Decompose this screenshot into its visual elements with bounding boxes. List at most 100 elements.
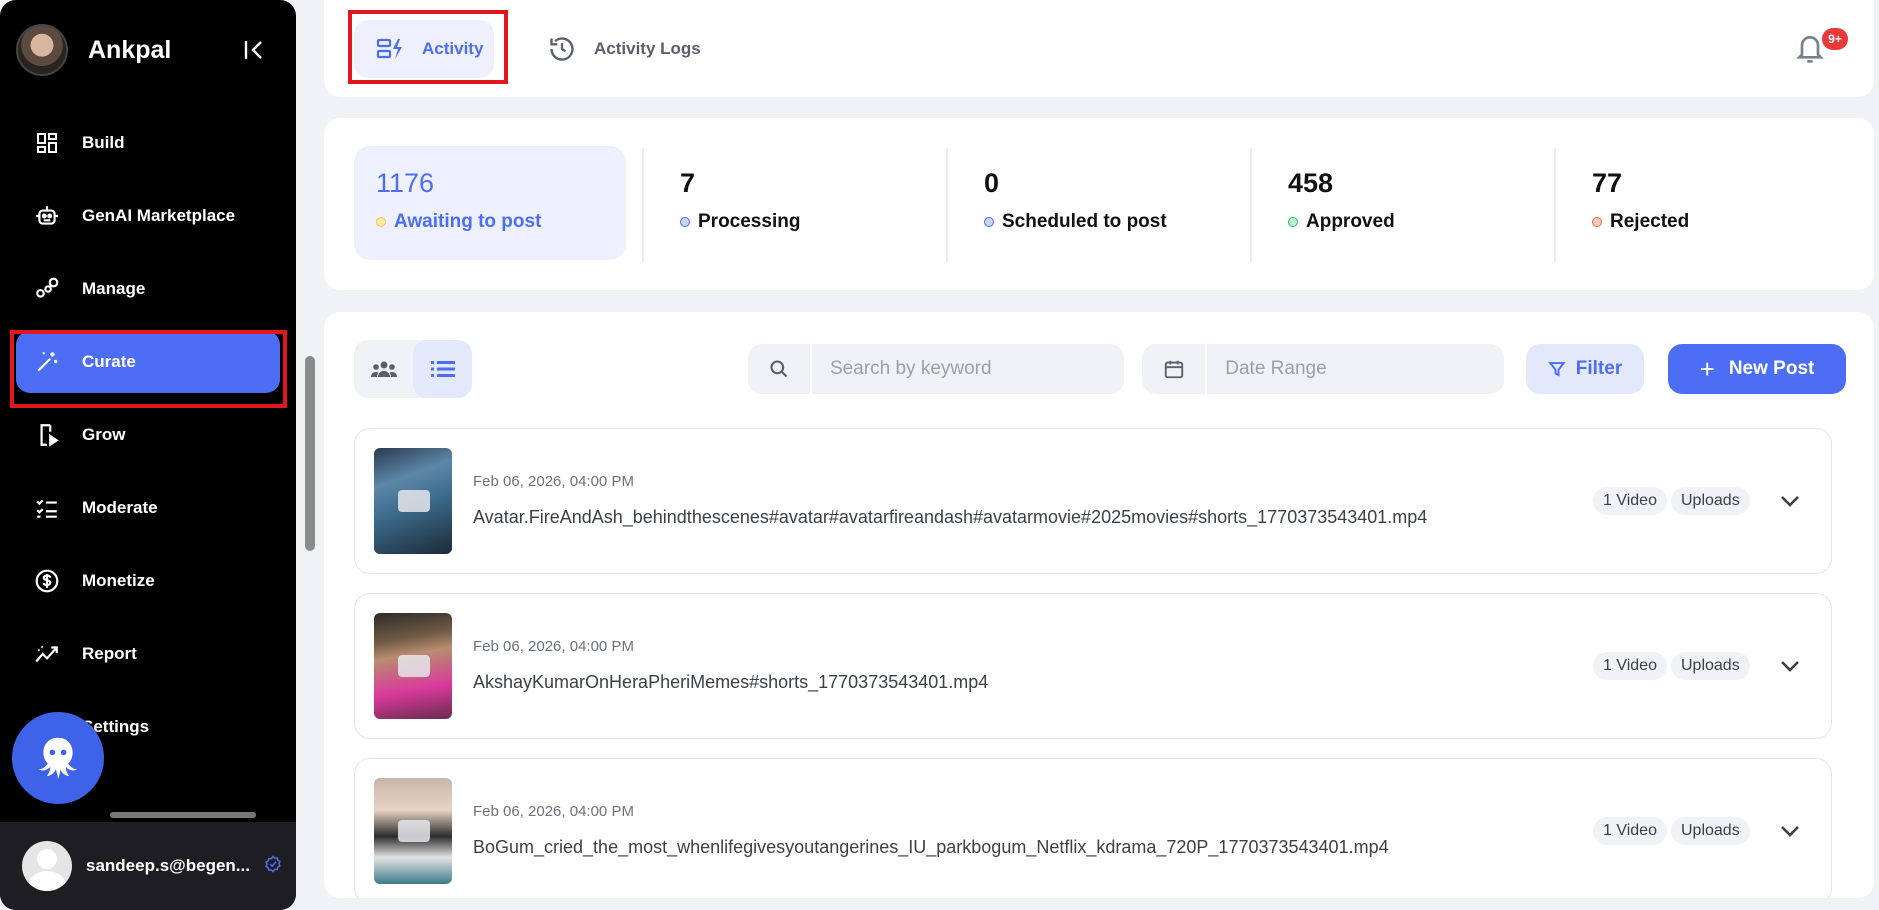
status-dot xyxy=(984,217,994,227)
view-toggle xyxy=(354,340,472,398)
post-date: Feb 06, 2026, 04:00 PM xyxy=(473,803,634,820)
sidebar-item-label: Moderate xyxy=(82,498,158,517)
group-view-button[interactable] xyxy=(354,340,413,398)
post-filename: BoGum_cried_the_most_whenlifegivesyoutan… xyxy=(473,837,1389,857)
stat-rejected[interactable]: 77 Rejected xyxy=(1570,146,1840,260)
divider xyxy=(642,148,644,262)
stat-label-row: Scheduled to post xyxy=(984,211,1232,233)
date-range-input[interactable] xyxy=(1207,358,1504,380)
stat-value: 0 xyxy=(984,168,1000,198)
history-icon xyxy=(548,35,576,63)
status-dot xyxy=(1288,217,1298,227)
collapse-sidebar-icon[interactable] xyxy=(240,36,268,64)
nodes-icon xyxy=(32,274,62,304)
post-thumbnail xyxy=(374,778,452,884)
posts-panel: Filter + New Post Feb 06, 2026, 04:00 PM… xyxy=(324,312,1874,898)
stat-value: 458 xyxy=(1288,168,1334,198)
status-badge: Uploads xyxy=(1671,652,1750,680)
sidebar-item-genai-marketplace[interactable]: GenAI Marketplace xyxy=(16,185,280,247)
post-row[interactable]: Feb 06, 2026, 04:00 PM AkshayKumarOnHera… xyxy=(354,593,1832,739)
assistant-octopus-button[interactable] xyxy=(12,712,104,804)
sidebar-scroll-indicator[interactable] xyxy=(110,812,256,818)
robot-icon xyxy=(32,201,62,231)
search-box xyxy=(748,344,1124,394)
stat-approved[interactable]: 458 Approved xyxy=(1266,146,1536,260)
user-profile[interactable]: sandeep.s@begen... xyxy=(0,822,296,910)
video-play-icon xyxy=(398,820,430,842)
divider xyxy=(1250,148,1252,262)
status-dot xyxy=(376,217,386,227)
tab-label: Activity Logs xyxy=(594,39,701,58)
stat-awaiting[interactable]: 1176 Awaiting to post xyxy=(354,146,626,260)
post-thumbnail xyxy=(374,448,452,554)
sidebar-item-manage[interactable]: Manage xyxy=(16,258,280,320)
date-range-box xyxy=(1142,344,1504,394)
sidebar-item-label: Manage xyxy=(82,279,146,298)
list-view-button[interactable] xyxy=(413,340,472,398)
stat-processing[interactable]: 7 Processing xyxy=(658,146,928,260)
phone-play-icon xyxy=(32,420,62,450)
chevron-down-icon[interactable] xyxy=(1775,487,1805,515)
stat-scheduled[interactable]: 0 Scheduled to post xyxy=(962,146,1232,260)
filter-button[interactable]: Filter xyxy=(1526,344,1644,394)
sidebar-item-report[interactable]: Report xyxy=(16,623,280,685)
video-count-badge: 1 Video xyxy=(1593,652,1667,680)
verified-badge-icon xyxy=(264,854,282,878)
post-row[interactable]: Feb 06, 2026, 04:00 PM Avatar.FireAndAsh… xyxy=(354,428,1832,574)
video-count-badge: 1 Video xyxy=(1593,817,1667,845)
stat-label-row: Processing xyxy=(680,211,928,233)
post-date: Feb 06, 2026, 04:00 PM xyxy=(473,473,634,490)
stat-label: Awaiting to post xyxy=(394,211,542,232)
plus-icon: + xyxy=(1699,354,1715,384)
search-icon xyxy=(748,344,812,394)
stat-label-row: Awaiting to post xyxy=(376,211,626,233)
grid-icon xyxy=(32,128,62,158)
sidebar-header: Ankpal xyxy=(16,22,280,78)
filter-icon xyxy=(1548,360,1566,378)
chevron-down-icon[interactable] xyxy=(1775,652,1805,680)
status-badge: Uploads xyxy=(1671,487,1750,515)
post-date: Feb 06, 2026, 04:00 PM xyxy=(473,638,634,655)
calendar-icon xyxy=(1142,344,1208,394)
app-avatar xyxy=(16,24,68,76)
stat-value: 77 xyxy=(1592,168,1623,198)
sidebar: Ankpal Build GenAI Marketplace Manage Cu… xyxy=(0,0,296,910)
status-dot xyxy=(680,217,690,227)
divider xyxy=(1554,148,1556,262)
sidebar-item-build[interactable]: Build xyxy=(16,112,280,174)
post-list: Feb 06, 2026, 04:00 PM Avatar.FireAndAsh… xyxy=(354,428,1832,898)
list-icon xyxy=(430,361,455,377)
avatar xyxy=(22,841,72,891)
dollar-icon xyxy=(32,566,62,596)
status-dot xyxy=(1592,217,1602,227)
sidebar-item-label: GenAI Marketplace xyxy=(82,206,236,225)
stat-label: Scheduled to post xyxy=(1002,211,1167,232)
sidebar-item-moderate[interactable]: Moderate xyxy=(16,477,280,539)
stat-label-row: Rejected xyxy=(1592,211,1840,233)
search-input[interactable] xyxy=(812,358,1112,380)
notification-badge: 9+ xyxy=(1822,28,1848,50)
stat-label: Processing xyxy=(698,211,801,232)
chevron-down-icon[interactable] xyxy=(1775,817,1805,845)
highlight-activity-tab xyxy=(348,10,508,84)
sidebar-item-label: Grow xyxy=(82,425,126,444)
filter-label: Filter xyxy=(1575,358,1623,379)
post-thumbnail xyxy=(374,613,452,719)
highlight-curate xyxy=(10,330,287,408)
user-email: sandeep.s@begen... xyxy=(86,856,250,875)
sidebar-item-grow[interactable]: Grow xyxy=(16,404,280,466)
video-play-icon xyxy=(398,490,430,512)
sidebar-item-label: Build xyxy=(82,133,125,152)
sidebar-nav: Build GenAI Marketplace Manage Curate Gr… xyxy=(16,112,280,769)
checklist-icon xyxy=(32,493,62,523)
top-tab-bar: Activity Activity Logs xyxy=(324,0,1874,97)
new-post-label: New Post xyxy=(1728,358,1815,379)
sidebar-scrollbar[interactable] xyxy=(305,356,315,551)
post-row[interactable]: Feb 06, 2026, 04:00 PM BoGum_cried_the_m… xyxy=(354,758,1832,898)
stat-label: Approved xyxy=(1306,211,1395,232)
tab-activity-logs[interactable]: Activity Logs xyxy=(548,20,701,78)
new-post-button[interactable]: + New Post xyxy=(1668,344,1846,394)
sidebar-item-monetize[interactable]: Monetize xyxy=(16,550,280,612)
post-filename: Avatar.FireAndAsh_behindthescenes#avatar… xyxy=(473,507,1428,527)
app-title: Ankpal xyxy=(88,35,172,64)
